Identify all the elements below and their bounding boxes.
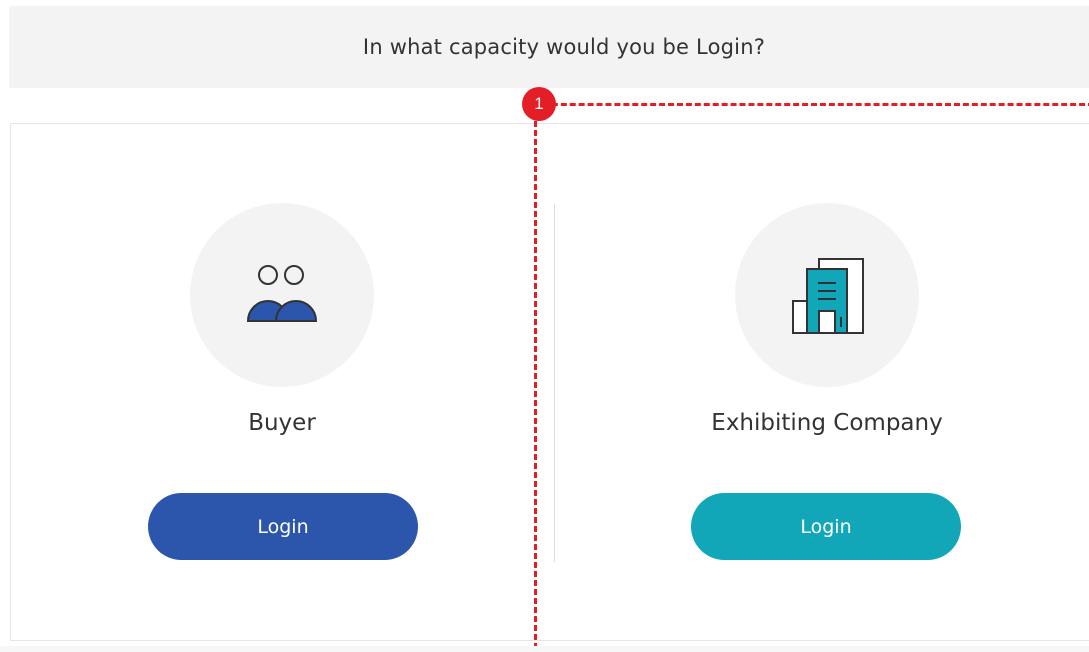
login-options-card [10,123,1089,641]
step-marker: 1 [522,87,556,121]
exhibitor-login-button[interactable]: Login [691,493,961,560]
exhibitor-icon-circle [735,203,919,387]
options-divider [554,204,555,562]
buyer-login-button[interactable]: Login [148,493,418,560]
buyer-label: Buyer [248,410,316,436]
buyer-icon-circle [190,203,374,387]
bottom-strip [0,646,1089,652]
building-icon [792,258,864,334]
header-bar: In what capacity would you be Login? [9,6,1089,88]
exhibitor-label: Exhibiting Company [711,410,943,436]
people-icon [246,265,318,322]
page-title: In what capacity would you be Login? [362,35,766,59]
